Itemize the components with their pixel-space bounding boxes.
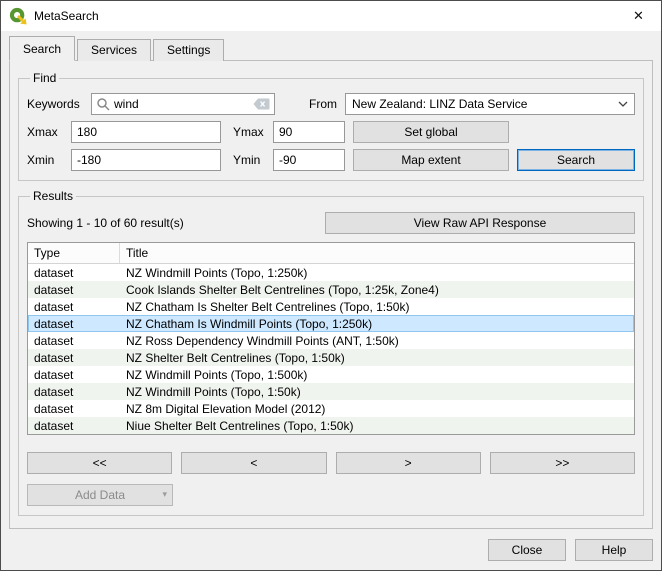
find-group: Find Keywords	[18, 71, 644, 181]
results-table-header: Type Title	[28, 243, 634, 264]
tab-search[interactable]: Search	[9, 36, 75, 61]
clear-keywords-icon[interactable]	[253, 98, 270, 110]
table-row[interactable]: dataset Niue Shelter Belt Centrelines (T…	[28, 417, 634, 434]
window-title: MetaSearch	[34, 9, 99, 23]
next-page-button[interactable]: >	[336, 452, 481, 474]
results-table: Type Title dataset NZ Windmill Points (T…	[27, 242, 635, 435]
add-data-label: Add Data	[75, 488, 125, 502]
catalog-selected-value: New Zealand: LINZ Data Service	[352, 97, 527, 111]
map-extent-button[interactable]: Map extent	[353, 149, 509, 171]
cell-type: dataset	[28, 283, 120, 297]
table-row[interactable]: dataset NZ 8m Digital Elevation Model (2…	[28, 400, 634, 417]
ymin-input[interactable]	[273, 149, 345, 171]
last-page-button[interactable]: >>	[490, 452, 635, 474]
table-row[interactable]: dataset NZ Windmill Points (Topo, 1:50k)	[28, 383, 634, 400]
keywords-input-wrapper	[91, 93, 275, 115]
metasearch-dialog: MetaSearch ✕ Search Services Settings Fi…	[0, 0, 662, 571]
search-tab-panel: Find Keywords	[9, 60, 653, 529]
cell-title: NZ Windmill Points (Topo, 1:500k)	[120, 368, 634, 382]
table-row[interactable]: dataset NZ Windmill Points (Topo, 1:250k…	[28, 264, 634, 281]
search-button[interactable]: Search	[517, 149, 635, 171]
xmax-input[interactable]	[71, 121, 221, 143]
first-page-button[interactable]: <<	[27, 452, 172, 474]
table-row[interactable]: dataset NZ Chatham Is Windmill Points (T…	[28, 315, 634, 332]
keywords-row: Keywords	[27, 93, 635, 115]
cell-type: dataset	[28, 334, 120, 348]
tab-settings[interactable]: Settings	[153, 39, 224, 61]
cell-title: NZ Ross Dependency Windmill Points (ANT,…	[120, 334, 634, 348]
xmin-label: Xmin	[27, 153, 71, 167]
column-header-title[interactable]: Title	[120, 246, 634, 260]
chevron-down-icon	[618, 101, 628, 107]
search-icon	[96, 97, 110, 111]
cell-title: Cook Islands Shelter Belt Centrelines (T…	[120, 283, 634, 297]
cell-title: NZ Windmill Points (Topo, 1:50k)	[120, 385, 634, 399]
cell-title: NZ Shelter Belt Centrelines (Topo, 1:50k…	[120, 351, 634, 365]
results-group-label: Results	[30, 189, 76, 203]
table-row[interactable]: dataset NZ Ross Dependency Windmill Poin…	[28, 332, 634, 349]
xmax-label: Xmax	[27, 125, 71, 139]
cell-type: dataset	[28, 368, 120, 382]
column-header-type[interactable]: Type	[28, 243, 120, 263]
results-group: Results Showing 1 - 10 of 60 result(s) V…	[18, 189, 644, 516]
cell-title: Niue Shelter Belt Centrelines (Topo, 1:5…	[120, 419, 634, 433]
add-data-button[interactable]: Add Data ▾	[27, 484, 173, 506]
cell-type: dataset	[28, 419, 120, 433]
ymax-input[interactable]	[273, 121, 345, 143]
max-extent-row: Xmax Ymax Set global	[27, 121, 635, 143]
prev-page-button[interactable]: <	[181, 452, 326, 474]
cell-type: dataset	[28, 385, 120, 399]
from-label: From	[309, 97, 337, 111]
table-row[interactable]: dataset NZ Shelter Belt Centrelines (Top…	[28, 349, 634, 366]
results-header: Showing 1 - 10 of 60 result(s) View Raw …	[27, 212, 635, 234]
keywords-label: Keywords	[27, 97, 91, 111]
find-group-label: Find	[30, 71, 59, 85]
tab-bar: Search Services Settings	[1, 31, 661, 61]
help-button[interactable]: Help	[575, 539, 653, 561]
cell-type: dataset	[28, 402, 120, 416]
close-button[interactable]: Close	[488, 539, 566, 561]
ymin-label: Ymin	[233, 153, 273, 167]
table-row[interactable]: dataset Cook Islands Shelter Belt Centre…	[28, 281, 634, 298]
dialog-button-box: Close Help	[1, 529, 661, 561]
set-global-button[interactable]: Set global	[353, 121, 509, 143]
xmin-input[interactable]	[71, 149, 221, 171]
cell-title: NZ Chatham Is Shelter Belt Centrelines (…	[120, 300, 634, 314]
view-raw-api-response-button[interactable]: View Raw API Response	[325, 212, 635, 234]
qgis-logo-icon	[9, 7, 27, 25]
table-row[interactable]: dataset NZ Windmill Points (Topo, 1:500k…	[28, 366, 634, 383]
table-row[interactable]: dataset NZ Chatham Is Shelter Belt Centr…	[28, 298, 634, 315]
title-bar: MetaSearch ✕	[1, 1, 661, 31]
window-close-button[interactable]: ✕	[616, 1, 661, 31]
min-extent-row: Xmin Ymin Map extent Search	[27, 149, 635, 171]
keywords-input[interactable]	[114, 97, 251, 111]
catalog-select[interactable]: New Zealand: LINZ Data Service	[345, 93, 635, 115]
cell-type: dataset	[28, 266, 120, 280]
cell-title: NZ Windmill Points (Topo, 1:250k)	[120, 266, 634, 280]
cell-type: dataset	[28, 300, 120, 314]
tab-services[interactable]: Services	[77, 39, 151, 61]
cell-title: NZ Chatham Is Windmill Points (Topo, 1:2…	[120, 317, 634, 331]
results-table-body: dataset NZ Windmill Points (Topo, 1:250k…	[28, 264, 634, 434]
ymax-label: Ymax	[233, 125, 273, 139]
cell-title: NZ 8m Digital Elevation Model (2012)	[120, 402, 634, 416]
cell-type: dataset	[28, 317, 120, 331]
results-count-text: Showing 1 - 10 of 60 result(s)	[27, 216, 325, 230]
pagination: << < > >>	[27, 452, 635, 474]
cell-type: dataset	[28, 351, 120, 365]
dropdown-arrow-icon: ▾	[162, 489, 167, 500]
